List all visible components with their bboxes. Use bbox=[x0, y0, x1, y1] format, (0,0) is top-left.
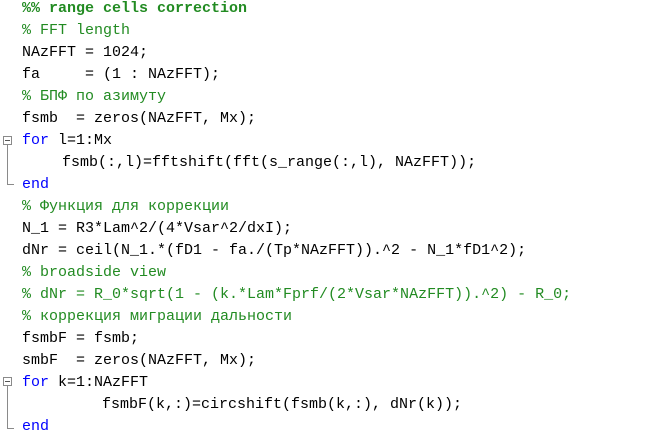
cell-title-line: %% range cells correction bbox=[22, 0, 248, 17]
fold-line bbox=[7, 386, 8, 428]
code-line: fa = (1 : NAzFFT); bbox=[22, 66, 221, 83]
keyword-for: for bbox=[22, 374, 50, 391]
for-loop-line: for l=1:Mx bbox=[22, 130, 112, 152]
comment-line: % dNr = R_0*sqrt(1 - (k.*Lam*Fprf/(2*Vsa… bbox=[22, 286, 572, 303]
code-line: N_1 = R3*Lam^2/(4*Vsar^2/dxI); bbox=[22, 220, 293, 237]
fold-gutter bbox=[0, 0, 18, 443]
keyword-end: end bbox=[22, 176, 50, 193]
fold-toggle-icon[interactable] bbox=[3, 377, 12, 386]
fold-toggle-icon[interactable] bbox=[3, 136, 12, 145]
code-line: dNr = ceil(N_1.*(fD1 - fa./(Tp*NAzFFT)).… bbox=[22, 242, 527, 259]
keyword-for: for bbox=[22, 132, 50, 149]
code-line: fsmbF = fsmb; bbox=[22, 330, 140, 347]
loop-range: k=1:NAzFFT bbox=[49, 374, 149, 391]
code-line: smbF = zeros(NAzFFT, Mx); bbox=[22, 352, 257, 369]
code-editor[interactable]: %% range cells correction % FFT length N… bbox=[0, 0, 645, 443]
fold-end-marker bbox=[7, 184, 14, 185]
code-line: NAzFFT = 1024; bbox=[22, 44, 149, 61]
code-line: fsmbF(k,:)=circshift(fsmb(k,:), dNr(k)); bbox=[102, 396, 463, 413]
code-line: fsmb(:,l)=fftshift(fft(s_range(:,l), NAz… bbox=[62, 154, 477, 171]
comment-line: % broadside view bbox=[22, 264, 167, 281]
code-line: fsmb = zeros(NAzFFT, Mx); bbox=[22, 110, 257, 127]
loop-range: l=1:Mx bbox=[49, 132, 113, 149]
for-loop-line: for k=1:NAzFFT bbox=[22, 372, 148, 394]
comment-line: % коррекция миграции дальности bbox=[22, 308, 293, 325]
comment-line: % Функция для коррекции bbox=[22, 198, 230, 215]
comment-line: % FFT length bbox=[22, 22, 131, 39]
fold-line bbox=[7, 145, 8, 184]
comment-line: % БПФ по азимуту bbox=[22, 88, 167, 105]
keyword-end: end bbox=[22, 418, 50, 435]
fold-end-marker bbox=[7, 428, 14, 429]
